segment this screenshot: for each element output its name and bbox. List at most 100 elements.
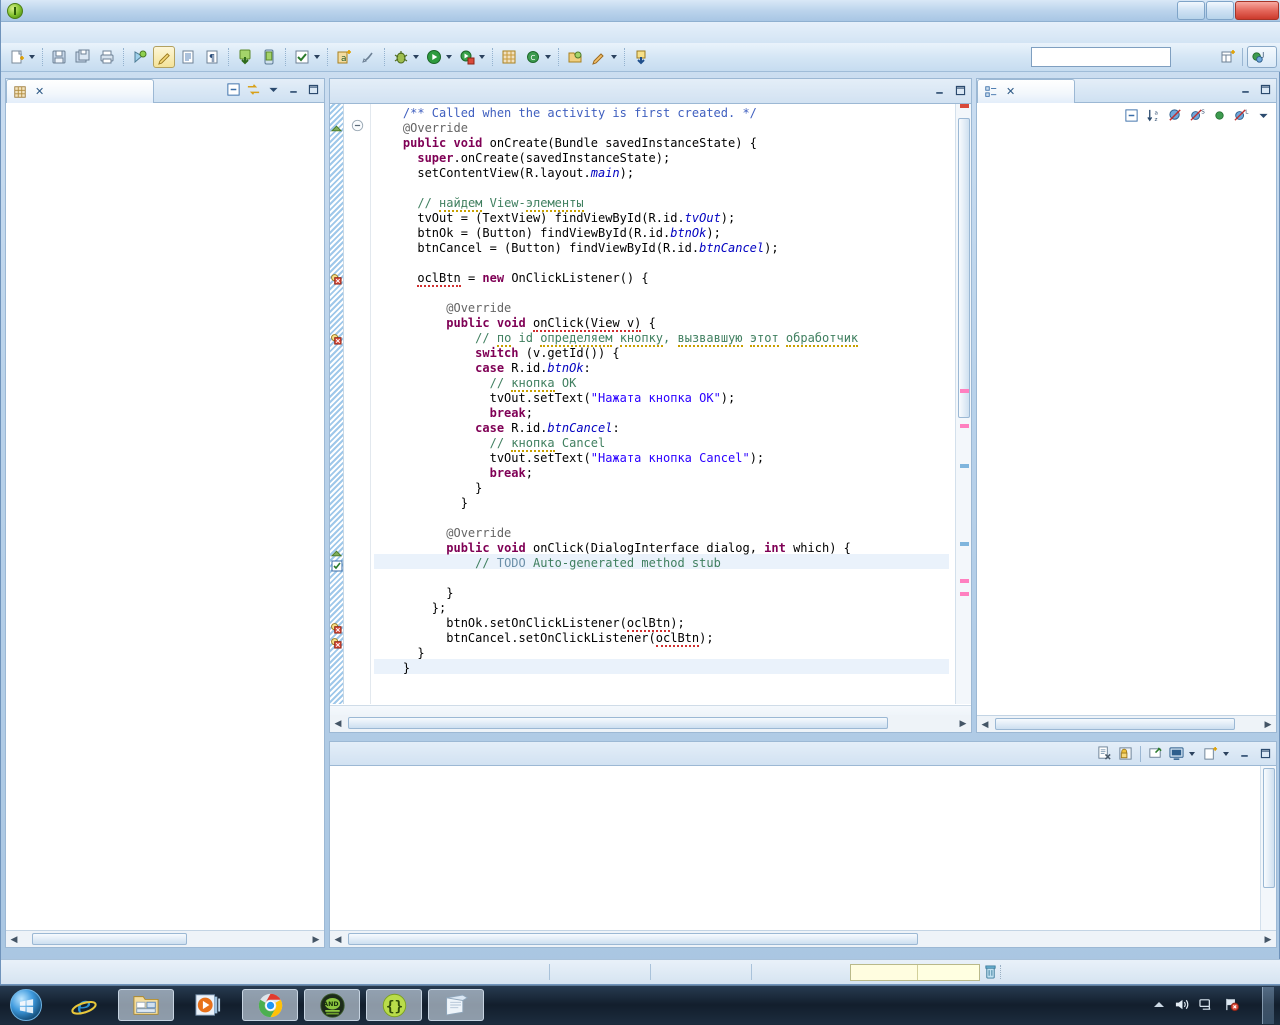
search-button[interactable] <box>588 46 610 68</box>
console-hscrollbar[interactable]: ◀ ▶ <box>330 930 1276 947</box>
hide-local-types-button[interactable]: L <box>1233 107 1250 124</box>
save-all-button[interactable] <box>72 46 94 68</box>
close-button[interactable] <box>1235 1 1279 20</box>
open-console-dropdown-arrow[interactable] <box>1223 751 1229 756</box>
tab-package-explorer[interactable]: ✕ <box>6 79 154 103</box>
new-java-class-button[interactable]: C <box>522 46 544 68</box>
display-console-button[interactable] <box>1168 745 1185 762</box>
quick-access-input[interactable] <box>1031 47 1171 67</box>
outline-minimize-button[interactable] <box>1237 81 1254 98</box>
network-icon[interactable] <box>1199 997 1215 1015</box>
open-type-button[interactable] <box>564 46 586 68</box>
quickfix-marker-icon[interactable] <box>331 560 343 575</box>
start-button[interactable] <box>2 987 50 1023</box>
scroll-left-icon[interactable]: ◀ <box>978 717 992 731</box>
taskbar-item-android-emulator[interactable]: AND_ <box>304 989 360 1021</box>
display-console-dropdown-arrow[interactable] <box>1189 751 1195 756</box>
android-sdk-manager-button[interactable] <box>234 46 256 68</box>
outline-tree[interactable] <box>977 129 1276 714</box>
editor-maximize-button[interactable] <box>952 82 969 99</box>
scroll-left-icon[interactable]: ◀ <box>331 932 345 946</box>
hide-fields-button[interactable] <box>1167 107 1184 124</box>
show-hidden-icons-button[interactable] <box>1153 999 1165 1013</box>
taskbar-item-file-explorer[interactable] <box>118 989 174 1021</box>
taskbar-item-media-player[interactable] <box>180 989 236 1021</box>
show-desktop-button[interactable] <box>1262 987 1274 1024</box>
overview-info-mark[interactable] <box>960 542 969 546</box>
taskbar-item-internet-explorer[interactable]: e <box>56 989 112 1021</box>
scroll-right-icon[interactable]: ▶ <box>956 716 970 730</box>
action-center-flag-icon[interactable] <box>1224 997 1240 1015</box>
open-console-button[interactable] <box>1202 745 1219 762</box>
print-button[interactable] <box>96 46 118 68</box>
editor-hscrollbar[interactable]: ◀ ▶ <box>330 715 971 732</box>
view-menu-button[interactable] <box>265 81 282 98</box>
maximize-button[interactable] <box>1206 1 1234 20</box>
console-minimize-button[interactable] <box>1236 745 1253 762</box>
show-pilcrow-button[interactable]: ¶ <box>201 46 223 68</box>
tab-outline[interactable]: ✕ <box>977 79 1075 103</box>
editor-vscroll-thumb[interactable] <box>958 118 970 418</box>
save-button[interactable] <box>48 46 70 68</box>
outline-hscroll-thumb[interactable] <box>995 718 1235 730</box>
run-external-tools-button[interactable] <box>456 46 478 68</box>
volume-icon[interactable] <box>1174 997 1190 1015</box>
outline-view-menu-button[interactable] <box>1255 107 1272 124</box>
memory-indicator[interactable] <box>850 963 980 981</box>
overview-warn-mark[interactable] <box>960 592 969 596</box>
link-with-editor-button[interactable] <box>245 81 262 98</box>
trash-icon[interactable] <box>980 965 1000 979</box>
editor-minimize-button[interactable] <box>931 82 948 99</box>
debug-button[interactable] <box>390 46 412 68</box>
package-explorer-hscrollbar[interactable]: ◀ ▶ <box>6 930 324 947</box>
package-explorer-tree[interactable] <box>6 104 324 929</box>
maximize-panel-button[interactable] <box>305 81 322 98</box>
open-perspective-button[interactable] <box>1218 47 1238 67</box>
overview-warn-mark[interactable] <box>960 579 969 583</box>
scroll-left-icon[interactable]: ◀ <box>331 716 345 730</box>
console-output[interactable] <box>334 784 1259 929</box>
show-whitespace-button[interactable] <box>177 46 199 68</box>
source-code[interactable]: /** Called when the activity is first cr… <box>374 104 949 704</box>
outline-collapse-all-button[interactable] <box>1123 107 1140 124</box>
hide-static-members-button[interactable]: S <box>1189 107 1206 124</box>
console-maximize-button[interactable] <box>1257 745 1274 762</box>
minimize-panel-button[interactable] <box>285 81 302 98</box>
clear-console-button[interactable] <box>1096 745 1113 762</box>
fold-collapse-icon[interactable] <box>351 119 364 135</box>
new-android-project-button[interactable]: a <box>333 46 355 68</box>
external-tools-dropdown-arrow[interactable] <box>479 55 485 59</box>
scroll-right-icon[interactable]: ▶ <box>1261 932 1275 946</box>
new-class-dropdown-arrow[interactable] <box>545 55 551 59</box>
taskbar-item-notepad[interactable] <box>428 989 484 1021</box>
console-vscroll-thumb[interactable] <box>1263 768 1275 888</box>
annotation-ruler[interactable] <box>330 104 344 704</box>
close-icon[interactable]: ✕ <box>35 85 44 98</box>
overview-warn-mark[interactable] <box>960 424 969 428</box>
search-dropdown-arrow[interactable] <box>611 55 617 59</box>
next-annotation-button[interactable] <box>630 46 652 68</box>
editor-hscroll-thumb[interactable] <box>348 717 888 729</box>
perspective-java-button[interactable]: J <box>1247 46 1277 68</box>
toggle-mark-occurrences-button[interactable] <box>153 46 175 68</box>
scroll-lock-button[interactable] <box>1117 745 1134 762</box>
outline-hscrollbar[interactable]: ◀ ▶ <box>977 715 1276 732</box>
folding-ruler[interactable] <box>345 104 371 704</box>
toggle-breakpoint-button[interactable] <box>129 46 151 68</box>
lint-dropdown-arrow[interactable] <box>314 55 320 59</box>
run-dropdown-arrow[interactable] <box>446 55 452 59</box>
scroll-left-icon[interactable]: ◀ <box>7 932 21 946</box>
outline-maximize-button[interactable] <box>1257 81 1274 98</box>
lint-check-button[interactable] <box>291 46 313 68</box>
overview-error-mark[interactable] <box>960 104 969 108</box>
overview-info-mark[interactable] <box>960 464 969 468</box>
editor-vscrollbar[interactable] <box>955 104 971 704</box>
scroll-right-icon[interactable]: ▶ <box>1261 717 1275 731</box>
debug-dropdown-arrow[interactable] <box>413 55 419 59</box>
taskbar-item-json-editor[interactable]: {} <box>366 989 422 1021</box>
collapse-all-button[interactable] <box>225 81 242 98</box>
hscroll-thumb[interactable] <box>32 933 187 945</box>
new-button[interactable] <box>6 46 28 68</box>
new-dropdown-arrow[interactable] <box>29 55 35 59</box>
console-vscrollbar[interactable] <box>1260 766 1276 930</box>
